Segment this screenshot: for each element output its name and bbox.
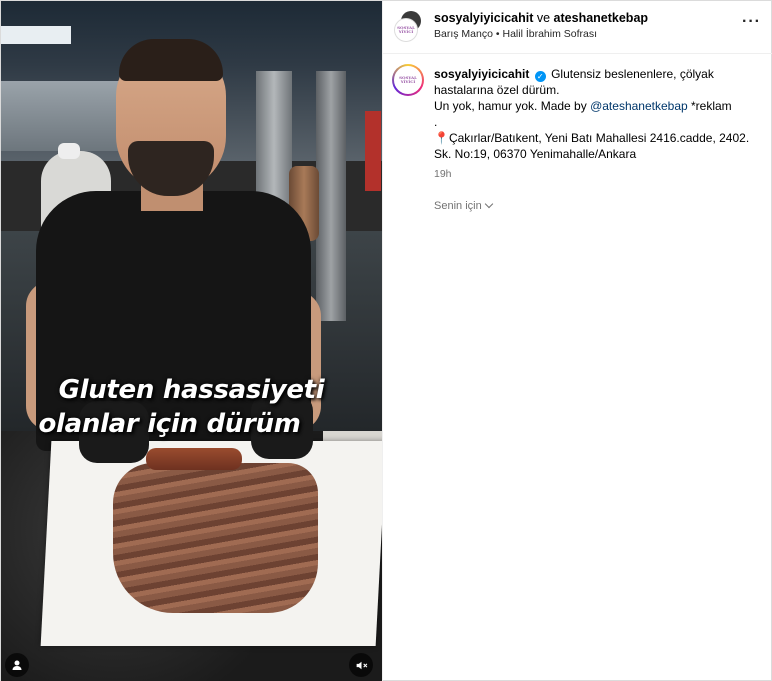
caption-line2-a: Un yok, hamur yok. Made by: [434, 99, 591, 113]
video-caption-line1: Gluten hassasiyeti: [58, 375, 325, 405]
verified-badge-icon: ✓: [534, 71, 546, 82]
location-link[interactable]: Halil İbrahim Sofrası: [502, 28, 597, 40]
more-horizontal-icon[interactable]: ···: [742, 13, 761, 31]
audio-link[interactable]: Barış Manço: [434, 28, 493, 40]
chevron-down-icon: [484, 199, 493, 209]
caption-line2-b: *reklam: [687, 99, 732, 113]
ceiling-light: [1, 26, 71, 44]
caption-text: sosyalyiyicicahit ✓ Glutensiz beslenenle…: [434, 66, 754, 162]
video-caption-line2: olanlar için dürüm: [38, 409, 301, 439]
reel-video[interactable]: Gluten hassasiyeti olanlar için dürüm: [1, 1, 382, 681]
speaker-muted-icon[interactable]: [349, 653, 373, 677]
username-link-2[interactable]: ateshanetkebap: [554, 11, 648, 25]
caption-address: Çakırlar/Batıkent, Yeni Batı Mahallesi 2…: [434, 131, 750, 161]
background-chef-hat: [58, 143, 80, 159]
post-sidebar: SOSYAL YİYİCİ sosyalyiyicicahit ve atesh…: [382, 1, 772, 681]
joiner-text: ve: [536, 11, 551, 25]
post-time[interactable]: 19h: [434, 168, 772, 180]
caption-block: SOSYAL YİYİCİ sosyalyiyicicahit ✓ Gluten…: [383, 54, 772, 212]
mention-link[interactable]: @ateshanetkebap: [590, 99, 688, 113]
logo-text-small: SOSYAL YİYİCİ: [399, 75, 417, 84]
header-subline: Barış Manço • Halil İbrahim Sofrası: [434, 28, 597, 40]
hair: [119, 39, 223, 81]
caption-author-avatar[interactable]: SOSYAL YİYİCİ: [392, 64, 424, 96]
for-you-dropdown[interactable]: Senin için: [434, 199, 772, 212]
caption-dot: .: [434, 115, 438, 129]
fire-extinguisher: [365, 111, 381, 191]
caption-username[interactable]: sosyalyiyicicahit: [434, 67, 529, 81]
separator: •: [495, 28, 500, 40]
logo-text: SOSYAL YİYİCİ: [397, 25, 415, 34]
sliced-meat: [113, 463, 318, 613]
user-icon[interactable]: [5, 653, 29, 677]
post-header: SOSYAL YİYİCİ sosyalyiyicicahit ve atesh…: [383, 1, 772, 54]
header-usernames: sosyalyiyicicahit ve ateshanetkebap: [434, 11, 648, 25]
pin-icon: 📍: [434, 131, 449, 145]
username-link-1[interactable]: sosyalyiyicicahit: [434, 11, 533, 25]
author-avatar[interactable]: SOSYAL YİYİCİ: [395, 19, 417, 41]
for-you-label: Senin için: [434, 200, 482, 212]
doner-grill-2: [316, 71, 346, 321]
post-dialog: Gluten hassasiyeti olanlar için dürüm SO…: [0, 0, 772, 681]
kebab-skewer: [146, 448, 242, 470]
